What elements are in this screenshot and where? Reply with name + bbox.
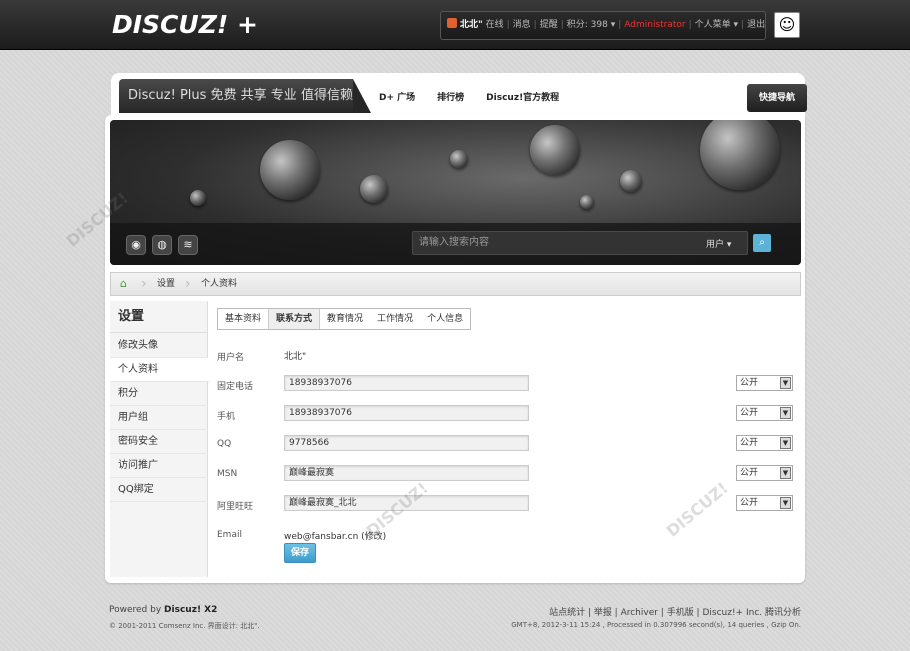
sidebar-item-qq-bind[interactable]: QQ绑定: [110, 478, 208, 502]
online-status: 在线: [485, 20, 504, 30]
email-label: Email: [217, 530, 242, 540]
username-label: 用户名: [217, 353, 245, 363]
settings-sidebar: 设置 修改头像 个人资料 积分 用户组 密码安全 访问推广 QQ绑定: [110, 301, 209, 577]
notifications-link[interactable]: 提醒: [540, 20, 558, 30]
nav-link-ranking[interactable]: 排行榜: [437, 93, 464, 103]
user-icon: [447, 18, 457, 28]
user-bar: 北北" 在线 | 消息 | 提醒 | 积分: 398 ▾ | Administrator | 个人菜…: [440, 11, 766, 40]
email-value[interactable]: web@fansbar.cn (修改): [284, 529, 386, 542]
mobile-label: 手机: [217, 412, 236, 422]
personal-menu[interactable]: 个人菜单 ▾: [695, 20, 738, 30]
chevron-down-icon: ▼: [780, 437, 791, 449]
save-button[interactable]: 保存: [284, 543, 316, 563]
tab-personal[interactable]: 个人信息: [420, 309, 470, 329]
sidebar-item-credits[interactable]: 积分: [110, 382, 208, 406]
msn-label: MSN: [217, 469, 238, 479]
footer-info: GMT+8, 2012-3-11 15:24 , Processed in 0.…: [511, 621, 801, 629]
form-row: 手机 18938937076 公开 ▼: [217, 405, 801, 427]
footer-brand[interactable]: Discuz! X2: [164, 605, 217, 615]
sidebar-item-avatar[interactable]: 修改头像: [110, 334, 208, 358]
wangwang-input[interactable]: 巅峰最寂寞_北北: [284, 495, 529, 511]
sidebar-item-password[interactable]: 密码安全: [110, 430, 208, 454]
top-bar: DISCUZ! + 北北" 在线 | 消息 | 提醒 | 积分: 398 ▾ | Adminis…: [0, 0, 910, 50]
privacy-select[interactable]: 公开 ▼: [736, 405, 793, 421]
search-button[interactable]: ⌕: [753, 234, 771, 252]
privacy-select[interactable]: 公开 ▼: [736, 465, 793, 481]
chevron-down-icon: ▼: [780, 407, 791, 419]
search-icon: ⌕: [759, 237, 765, 248]
phone-label: 固定电话: [217, 382, 254, 392]
admin-link[interactable]: Administrator: [624, 20, 685, 30]
profile-form: 基本资料 联系方式 教育情况 工作情况 个人信息 用户名 北北" 固定电话 18…: [217, 308, 801, 578]
form-row: QQ 9778566 公开 ▼: [217, 435, 801, 457]
chevron-down-icon: ▼: [780, 467, 791, 479]
privacy-select[interactable]: 公开 ▼: [736, 375, 793, 391]
form-row: 固定电话 18938937076 公开 ▼: [217, 375, 801, 397]
wangwang-label: 阿里旺旺: [217, 502, 254, 512]
form-row: MSN 巅峰最寂寞 公开 ▼: [217, 465, 801, 487]
sidebar-item-profile[interactable]: 个人资料: [110, 358, 209, 382]
username-link[interactable]: 北北": [460, 20, 483, 30]
msn-input[interactable]: 巅峰最寂寞: [284, 465, 529, 481]
tab-contact[interactable]: 联系方式: [268, 309, 321, 329]
phone-input[interactable]: 18938937076: [284, 375, 529, 391]
main-shell: Discuz! Plus 免费 共享 专业 值得信赖 D+ 广场 排行榜 Discu…: [105, 73, 807, 583]
breadcrumb-profile: 个人资料: [201, 279, 238, 289]
search-input[interactable]: 请输入搜索内容: [412, 231, 748, 255]
tab-work[interactable]: 工作情况: [370, 309, 420, 329]
site-logo[interactable]: DISCUZ! +: [112, 10, 258, 39]
breadcrumb-settings[interactable]: 设置: [157, 273, 175, 295]
username-row: 用户名 北北": [217, 346, 801, 368]
privacy-select[interactable]: 公开 ▼: [736, 435, 793, 451]
rss-icon[interactable]: ≋: [178, 235, 198, 255]
site-slogan: Discuz! Plus 免费 共享 专业 值得信赖: [119, 79, 371, 113]
sina-weibo-icon[interactable]: ◍: [152, 235, 172, 255]
username-value: 北北": [284, 352, 307, 362]
profile-tabs: 基本资料 联系方式 教育情况 工作情况 个人信息: [217, 308, 472, 330]
search-bar: ◉ ◍ ≋ 请输入搜索内容 用户 ▾ ⌕: [110, 223, 801, 265]
footer-copyright: © 2001-2011 Comsenz Inc. 界面设计: 北北".: [109, 622, 260, 630]
nav-link-tutorial[interactable]: Discuz!官方教程: [486, 93, 559, 103]
chevron-down-icon: ▼: [780, 377, 791, 389]
tab-education[interactable]: 教育情况: [320, 309, 370, 329]
content-panel: ◉ ◍ ≋ 请输入搜索内容 用户 ▾ ⌕ ⌂ › 设置 › 个人资料 设置 修改…: [105, 115, 805, 583]
form-row: 阿里旺旺 巅峰最寂寞_北北 公开 ▼: [217, 495, 801, 517]
mobile-input[interactable]: 18938937076: [284, 405, 529, 421]
avatar[interactable]: ☺: [774, 12, 800, 38]
quick-nav-button[interactable]: 快捷导航: [747, 84, 807, 112]
footer-links[interactable]: 站点统计 | 举报 | Archiver | 手机版 | Discuz!+ In…: [549, 605, 801, 618]
privacy-select[interactable]: 公开 ▼: [736, 495, 793, 511]
qq-input[interactable]: 9778566: [284, 435, 529, 451]
points-menu[interactable]: 积分: 398 ▾: [567, 20, 615, 30]
sidebar-item-promotion[interactable]: 访问推广: [110, 454, 208, 478]
logout-link[interactable]: 退出: [747, 20, 765, 30]
chevron-down-icon: ▼: [780, 497, 791, 509]
messages-link[interactable]: 消息: [513, 20, 531, 30]
home-icon[interactable]: ⌂: [120, 278, 133, 290]
tab-basic[interactable]: 基本资料: [218, 309, 268, 329]
sidebar-title: 设置: [110, 301, 208, 333]
nav-link-plaza[interactable]: D+ 广场: [379, 93, 415, 103]
banner-image: ◉ ◍ ≋ 请输入搜索内容 用户 ▾ ⌕: [110, 120, 801, 265]
qq-label: QQ: [217, 439, 232, 449]
nav-links: D+ 广场 排行榜 Discuz!官方教程: [379, 90, 581, 103]
qq-weibo-icon[interactable]: ◉: [126, 235, 146, 255]
breadcrumb: ⌂ › 设置 › 个人资料: [110, 272, 801, 296]
nav-strip: Discuz! Plus 免费 共享 专业 值得信赖 D+ 广场 排行榜 Discu…: [111, 73, 807, 119]
sidebar-item-usergroup[interactable]: 用户组: [110, 406, 208, 430]
footer-powered: Powered by Discuz! X2: [109, 605, 218, 615]
search-type-dropdown[interactable]: 用户 ▾: [706, 237, 731, 250]
